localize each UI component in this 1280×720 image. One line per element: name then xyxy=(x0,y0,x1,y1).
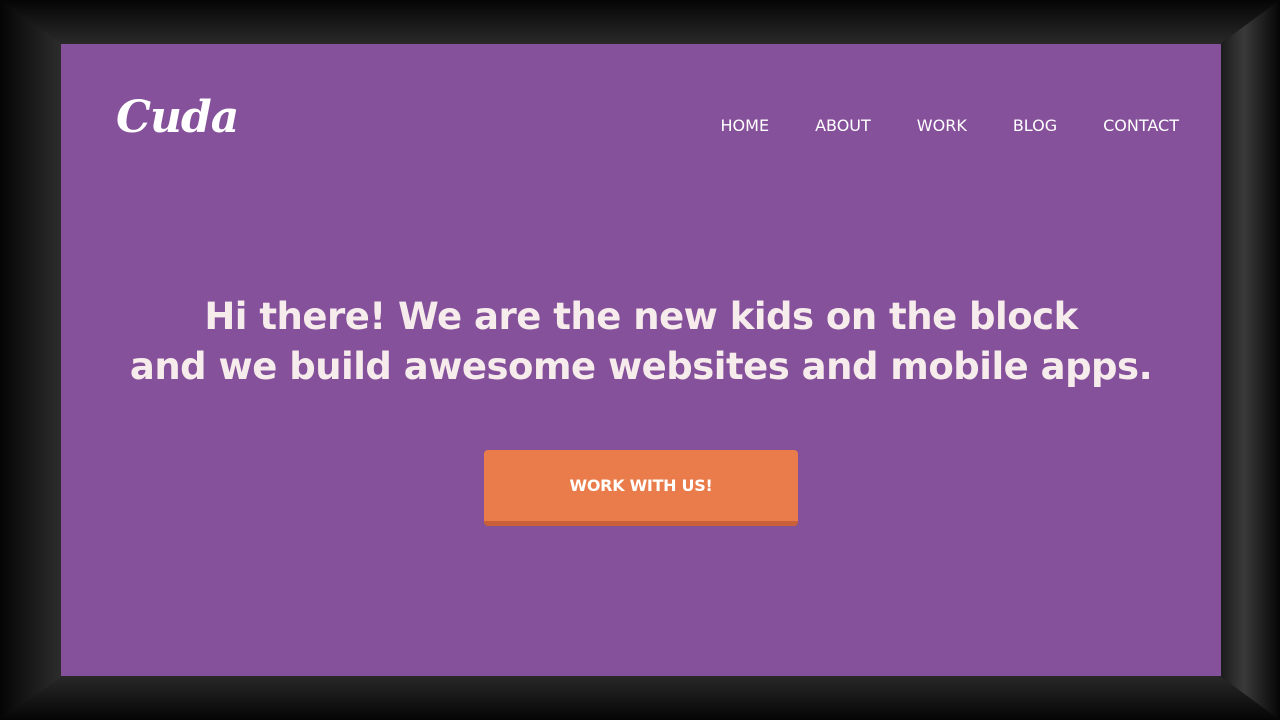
nav-contact[interactable]: CONTACT xyxy=(1103,116,1179,135)
nav-work[interactable]: WORK xyxy=(917,116,967,135)
main-nav: HOME ABOUT WORK BLOG CONTACT xyxy=(675,116,1179,135)
hero-line-1: Hi there! We are the new kids on the blo… xyxy=(204,295,1078,338)
frame-bevel-right xyxy=(1220,0,1280,720)
logo[interactable]: Cuda xyxy=(116,96,239,140)
nav-home[interactable]: HOME xyxy=(721,116,770,135)
landing-page: Cuda HOME ABOUT WORK BLOG CONTACT Hi the… xyxy=(61,44,1221,676)
nav-blog[interactable]: BLOG xyxy=(1013,116,1057,135)
frame-bevel-left xyxy=(0,0,62,720)
nav-about[interactable]: ABOUT xyxy=(815,116,871,135)
frame-bevel-top xyxy=(0,0,1280,46)
picture-frame: Cuda HOME ABOUT WORK BLOG CONTACT Hi the… xyxy=(0,0,1280,720)
work-with-us-button[interactable]: WORK WITH US! xyxy=(484,450,798,526)
frame-bevel-bottom xyxy=(0,674,1280,720)
hero-heading: Hi there! We are the new kids on the blo… xyxy=(61,292,1221,392)
hero-line-2: and we build awesome websites and mobile… xyxy=(129,345,1153,388)
